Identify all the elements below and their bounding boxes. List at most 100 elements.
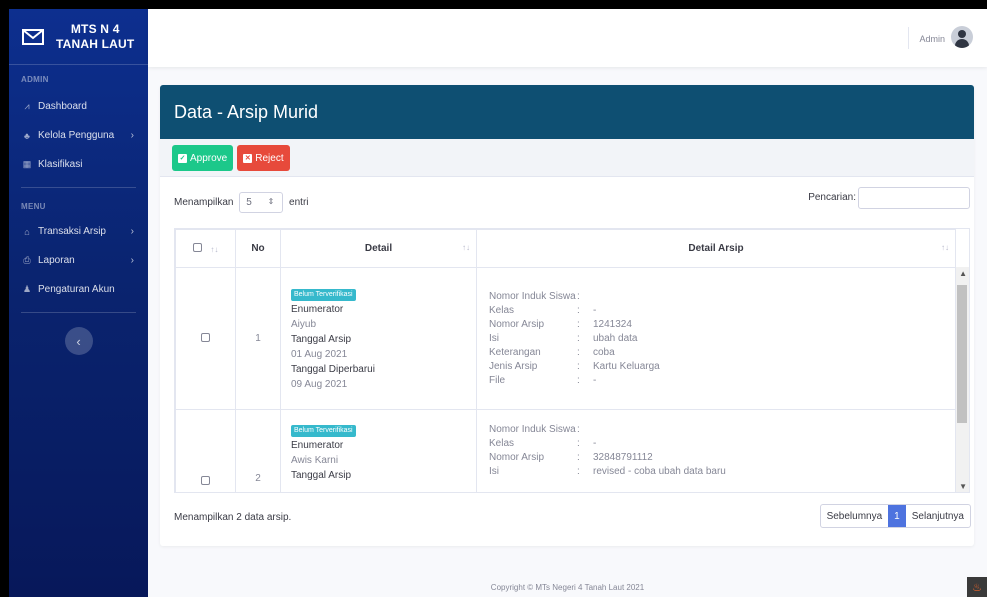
field-value: revised - coba ubah data baru [593, 466, 726, 477]
field-colon: : [577, 438, 580, 449]
col-detail[interactable]: Detail ↑↓ [280, 229, 477, 268]
field-label: Kelas [489, 438, 515, 449]
enumerator-value: Aiyub [291, 318, 317, 330]
field-label: Nomor Arsip [489, 452, 545, 463]
prev-page-button[interactable]: Sebelumnya [821, 505, 889, 527]
topbar-divider [908, 27, 909, 49]
row-no: 2 [235, 409, 281, 492]
col-detail-arsip[interactable]: Detail Arsip ↑↓ [476, 229, 956, 268]
sidebar-toggle-button[interactable]: ‹ [64, 327, 93, 355]
field-colon: : [577, 332, 580, 344]
arsip-field: Nomor Induk Siswa: [489, 423, 943, 437]
field-colon: : [577, 424, 580, 435]
sidebar-item-kelola-pengguna[interactable]: ♣ Kelola Pengguna › [9, 121, 148, 150]
scroll-up-icon[interactable]: ▲ [959, 269, 967, 278]
scroll-down-icon[interactable]: ▼ [959, 482, 967, 491]
row-no: 1 [235, 267, 281, 410]
print-icon: ⎙ [23, 255, 31, 265]
enumerator-label: Enumerator [291, 303, 344, 315]
sidebar-item-label: Transaksi Arsip [38, 226, 106, 237]
field-value: - [593, 304, 597, 316]
user-name[interactable]: Admin [919, 34, 945, 44]
table-scroll-area[interactable]: ↑↓ No Detail ↑↓ Detail Arsip ↑↓ 1 Belum … [174, 228, 970, 493]
sidebar-item-label: Laporan [38, 255, 75, 266]
table-row[interactable]: 1 Belum Terverifikasi Enumerator Aiyub T… [175, 267, 956, 410]
field-value: - [593, 374, 597, 386]
arsip-field: File: - [489, 374, 943, 388]
select-all-header[interactable]: ↑↓ [175, 229, 236, 268]
scrollbar-thumb[interactable] [957, 285, 967, 423]
sidebar-item-dashboard[interactable]: ⩘ Dashboard [9, 92, 148, 121]
entries-prefix: Menampilkan [174, 197, 234, 209]
arsip-field: Isi: ubah data [489, 332, 943, 346]
enumerator-value: Awis Karni [291, 455, 339, 466]
arsip-field: Nomor Induk Siswa: [489, 290, 943, 304]
user-icon: ♟ [22, 284, 32, 294]
table-controls: Menampilkan 5 ⇕ entri Pencarian: [160, 177, 974, 219]
arsip-field: Keterangan: coba [489, 346, 943, 360]
brand-line2: TANAH LAUT [56, 36, 135, 51]
reject-button[interactable]: ✕ Reject [237, 145, 290, 171]
envelope-icon [22, 28, 44, 45]
row-detail: Belum Terverifikasi Enumerator Awis Karn… [280, 409, 477, 492]
topbar: Admin [148, 9, 987, 67]
select-arrows-icon: ⇕ [267, 197, 275, 206]
entries-select[interactable]: 5 ⇕ [239, 192, 284, 213]
tanggal-diperbarui-label: Tanggal Diperbarui [291, 363, 375, 375]
chevron-right-icon: › [130, 130, 134, 141]
row-select-cell [175, 409, 236, 492]
arsip-field: Kelas: - [489, 437, 943, 451]
field-colon: : [577, 374, 580, 386]
sidebar-item-laporan[interactable]: ⎙ Laporan › [9, 246, 148, 275]
sidebar-divider [21, 312, 136, 313]
col-no[interactable]: No [235, 229, 281, 268]
tanggal-arsip-value: 01 Aug 2021 [291, 348, 348, 360]
chart-icon: ⩘ [24, 101, 30, 111]
field-value: - [593, 438, 597, 449]
brand-name: MTS N 4 TANAH LAUT [56, 22, 134, 52]
entries-value: 5 [246, 197, 252, 208]
row-checkbox[interactable] [201, 332, 210, 342]
entries-length: Menampilkan 5 ⇕ entri [174, 192, 309, 213]
row-detail-arsip: Nomor Induk Siswa: Kelas: - Nomor Arsip: 1… [476, 267, 956, 410]
x-square-icon: ✕ [243, 153, 253, 163]
col-detail-label: Detail [364, 243, 393, 254]
field-label: Nomor Arsip [489, 318, 545, 330]
enumerator-label: Enumerator [291, 440, 344, 451]
sidebar-item-transaksi-arsip[interactable]: ⌂ Transaksi Arsip › [9, 217, 148, 246]
field-label: Keterangan [489, 346, 541, 358]
next-page-button[interactable]: Selanjutnya [906, 505, 970, 527]
arsip-field: Kelas: - [489, 304, 943, 318]
chevron-right-icon: › [130, 255, 134, 266]
field-label: File [489, 374, 506, 386]
approve-label: Approve [190, 152, 228, 164]
sidebar-item-pengaturan-akun[interactable]: ♟ Pengaturan Akun [9, 275, 148, 304]
chevron-right-icon: › [130, 226, 134, 237]
sidebar-item-klasifikasi[interactable]: ▦ Klasifikasi [9, 150, 148, 179]
search-input[interactable] [858, 187, 970, 209]
field-colon: : [577, 360, 580, 372]
field-colon: : [577, 318, 580, 330]
field-value: 32848791112 [593, 452, 653, 463]
avatar[interactable] [951, 26, 973, 48]
select-all-checkbox[interactable] [192, 242, 202, 252]
table-row[interactable]: 2 Belum Terverifikasi Enumerator Awis Ka… [175, 409, 956, 492]
approve-button[interactable]: ✓ Approve [172, 145, 234, 171]
sort-icon: ↑↓ [462, 243, 470, 252]
sidebar-heading-admin: ADMIN [21, 75, 49, 84]
field-value: coba [593, 346, 615, 358]
brand[interactable]: MTS N 4 TANAH LAUT [9, 9, 148, 65]
avatar-head [958, 30, 966, 38]
scrollbar[interactable]: ▲ ▼ [955, 267, 969, 492]
row-checkbox[interactable] [201, 476, 210, 485]
arsip-field: Nomor Arsip: 1241324 [489, 318, 943, 332]
check-square-icon: ✓ [178, 153, 187, 163]
tanggal-arsip-label: Tanggal Arsip [291, 470, 352, 481]
page-1-button[interactable]: 1 [888, 505, 906, 527]
sidebar-item-label: Pengaturan Akun [38, 284, 115, 295]
sort-icon: ↑↓ [210, 244, 219, 254]
sort-icon: ↑↓ [941, 243, 949, 252]
status-badge: Belum Terverifikasi [291, 288, 356, 301]
field-label: Isi [489, 332, 499, 344]
flame-icon[interactable]: ♨ [967, 577, 987, 597]
